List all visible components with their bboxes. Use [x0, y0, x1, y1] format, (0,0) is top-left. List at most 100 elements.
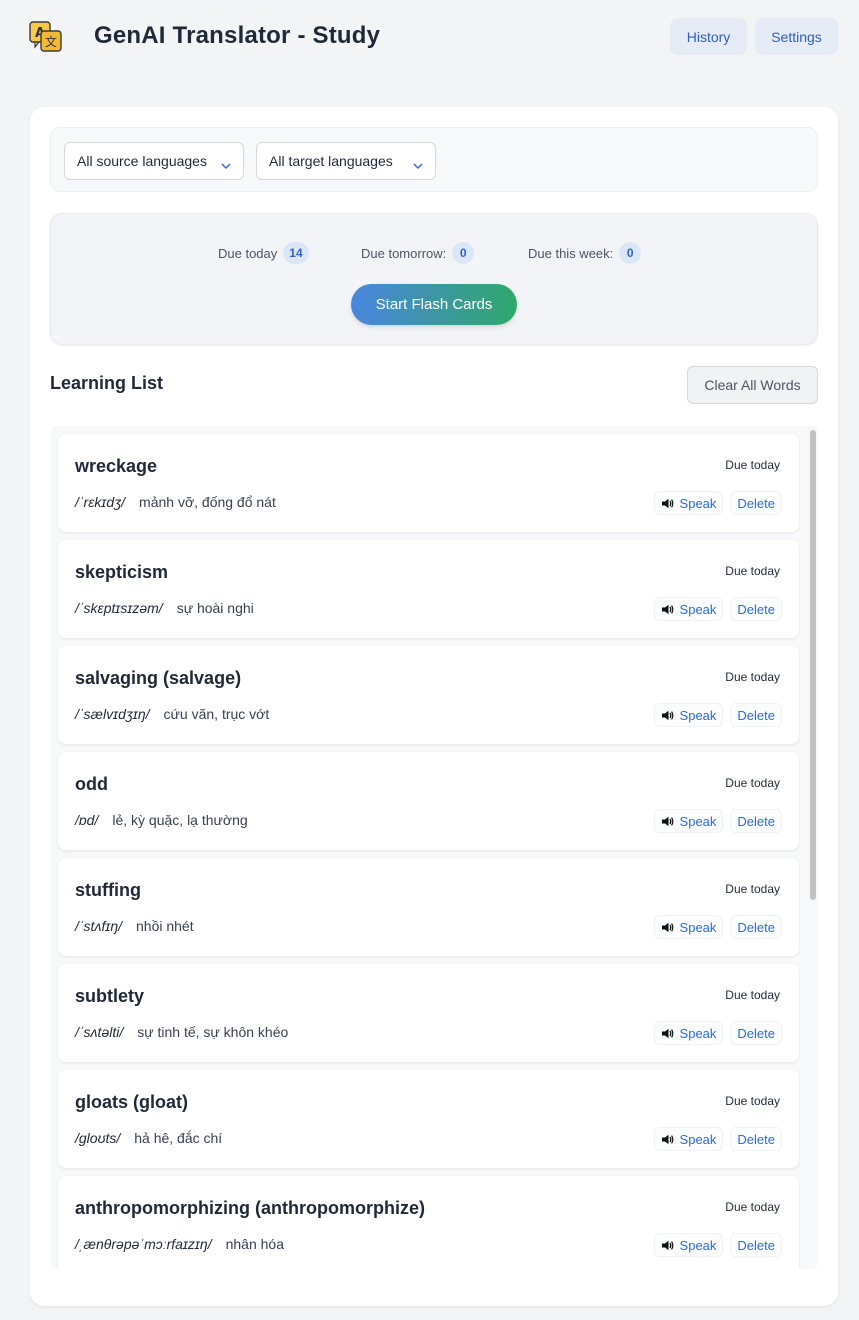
- pronunciation-text: /ˈrɛkɪdʒ/: [75, 494, 126, 510]
- list-item: odd Due today /ɒd/ lẻ, kỳ quặc, lạ thườn…: [58, 752, 799, 850]
- due-stats-panel: Due today 14 Due tomorrow: 0 Due this we…: [50, 213, 818, 345]
- speak-label: Speak: [679, 1025, 717, 1041]
- meaning-text: sự tinh tế, sự khôn khéo: [137, 1024, 289, 1040]
- pronunciation-text: /ɒd/: [75, 812, 99, 828]
- pronunciation-text: /ˈskɛptɪsɪzəm/: [75, 600, 163, 616]
- svg-text:文: 文: [45, 34, 57, 49]
- translate-icon: A 文: [29, 20, 63, 54]
- target-language-select[interactable]: All target languages: [256, 142, 436, 180]
- speak-button[interactable]: Speak: [653, 491, 724, 515]
- pronunciation-text: /ˌænθrəpəˈmɔːrfaɪzɪŋ/: [75, 1236, 212, 1252]
- study-card: All source languages All target language…: [30, 107, 838, 1306]
- speak-button[interactable]: Speak: [653, 1127, 724, 1151]
- list-item: gloats (gloat) Due today /gloʊts/ hả hê,…: [58, 1070, 799, 1168]
- due-label: Due today: [725, 988, 780, 1002]
- due-label: Due today: [725, 458, 780, 472]
- settings-button[interactable]: Settings: [755, 18, 838, 55]
- speaker-icon: [661, 498, 674, 509]
- start-flash-cards-button[interactable]: Start Flash Cards: [351, 284, 517, 325]
- delete-button[interactable]: Delete: [730, 809, 782, 833]
- list-item: skepticism Due today /ˈskɛptɪsɪzəm/ sự h…: [58, 540, 799, 638]
- delete-button[interactable]: Delete: [730, 597, 782, 621]
- meaning-text: lẻ, kỳ quặc, lạ thường: [112, 812, 248, 828]
- history-button[interactable]: History: [670, 18, 747, 55]
- speak-label: Speak: [679, 919, 717, 935]
- app-header: A 文 GenAI Translator - Study History Set…: [0, 0, 859, 74]
- target-language-value: All target languages: [269, 153, 393, 169]
- stat-label: Due this week:: [528, 245, 614, 261]
- speak-button[interactable]: Speak: [653, 915, 724, 939]
- count-badge: 14: [283, 242, 309, 264]
- word-text: skepticism: [75, 562, 169, 582]
- delete-button[interactable]: Delete: [730, 491, 782, 515]
- list-item: salvaging (salvage) Due today /ˈsælvɪdʒɪ…: [58, 646, 799, 744]
- delete-label: Delete: [737, 601, 775, 617]
- meaning-text: cứu vãn, trục vớt: [163, 706, 270, 722]
- speak-label: Speak: [679, 1237, 717, 1253]
- scrollbar-thumb[interactable]: [810, 430, 816, 900]
- learning-list-title: Learning List: [50, 373, 164, 393]
- speak-button[interactable]: Speak: [653, 597, 724, 621]
- meaning-text: nhân hóa: [225, 1236, 285, 1252]
- chevron-down-icon: [413, 157, 423, 173]
- count-badge: 0: [619, 242, 642, 264]
- delete-button[interactable]: Delete: [730, 1233, 782, 1257]
- speaker-icon: [661, 1134, 674, 1145]
- speaker-icon: [661, 604, 674, 615]
- pronunciation-text: /ˈstʌfɪŋ/: [75, 918, 122, 934]
- clear-all-words-button[interactable]: Clear All Words: [687, 366, 818, 404]
- list-item: anthropomorphizing (anthropomorphize) Du…: [58, 1176, 799, 1269]
- pronunciation-text: /ˈsʌtəlti/: [75, 1024, 124, 1040]
- delete-button[interactable]: Delete: [730, 1021, 782, 1045]
- stat-due-week: Due this week: 0: [528, 242, 642, 264]
- due-label: Due today: [725, 670, 780, 684]
- word-text: stuffing: [75, 880, 141, 900]
- list-item: subtlety Due today /ˈsʌtəlti/ sự tinh tế…: [58, 964, 799, 1062]
- delete-button[interactable]: Delete: [730, 915, 782, 939]
- list-item: wreckage Due today /ˈrɛkɪdʒ/ mảnh vỡ, đố…: [58, 434, 799, 532]
- speaker-icon: [661, 710, 674, 721]
- speak-button[interactable]: Speak: [653, 703, 724, 727]
- word-text: odd: [75, 774, 108, 794]
- delete-label: Delete: [737, 1131, 775, 1147]
- speak-button[interactable]: Speak: [653, 1233, 724, 1257]
- word-text: wreckage: [75, 456, 158, 476]
- speak-button[interactable]: Speak: [653, 809, 724, 833]
- meaning-text: sự hoài nghi: [176, 600, 254, 616]
- meaning-text: mảnh vỡ, đống đổ nát: [139, 494, 276, 510]
- delete-button[interactable]: Delete: [730, 703, 782, 727]
- speak-label: Speak: [679, 495, 717, 511]
- delete-label: Delete: [737, 1237, 775, 1253]
- meaning-text: nhồi nhét: [136, 918, 194, 934]
- speaker-icon: [661, 1240, 674, 1251]
- stat-due-today: Due today 14: [218, 242, 309, 264]
- pronunciation-text: /gloʊts/: [75, 1130, 121, 1146]
- speak-label: Speak: [679, 813, 717, 829]
- speak-button[interactable]: Speak: [653, 1021, 724, 1045]
- speak-label: Speak: [679, 601, 717, 617]
- stat-label: Due tomorrow:: [361, 245, 447, 261]
- delete-label: Delete: [737, 707, 775, 723]
- delete-button[interactable]: Delete: [730, 1127, 782, 1151]
- word-text: anthropomorphizing (anthropomorphize): [75, 1198, 425, 1218]
- due-label: Due today: [725, 1200, 780, 1214]
- speaker-icon: [661, 1028, 674, 1039]
- language-filter-bar: All source languages All target language…: [50, 127, 818, 192]
- stat-label: Due today: [218, 245, 278, 261]
- learning-list: wreckage Due today /ˈrɛkɪdʒ/ mảnh vỡ, đố…: [50, 426, 818, 1269]
- speak-label: Speak: [679, 1131, 717, 1147]
- due-label: Due today: [725, 882, 780, 896]
- due-label: Due today: [725, 1094, 780, 1108]
- source-language-value: All source languages: [77, 153, 207, 169]
- word-text: salvaging (salvage): [75, 668, 242, 688]
- list-item: stuffing Due today /ˈstʌfɪŋ/ nhồi nhét S…: [58, 858, 799, 956]
- source-language-select[interactable]: All source languages: [64, 142, 244, 180]
- delete-label: Delete: [737, 813, 775, 829]
- word-text: gloats (gloat): [75, 1092, 188, 1112]
- speak-label: Speak: [679, 707, 717, 723]
- page-title: GenAI Translator - Study: [94, 22, 381, 49]
- speaker-icon: [661, 816, 674, 827]
- delete-label: Delete: [737, 495, 775, 511]
- scrollbar[interactable]: [808, 428, 817, 1267]
- speaker-icon: [661, 922, 674, 933]
